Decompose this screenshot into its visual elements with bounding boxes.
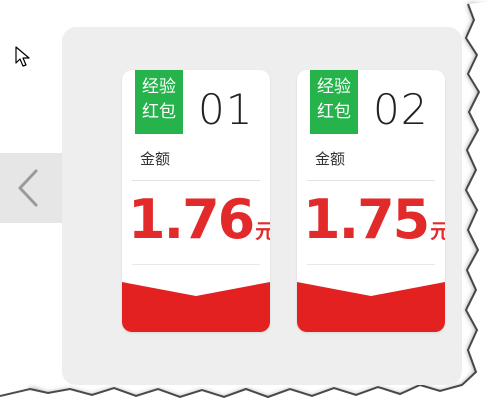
- amount-value: 1.75 元: [303, 188, 445, 252]
- divider: [307, 264, 435, 265]
- experience-redpacket-tag: 经验 红包: [310, 70, 358, 134]
- redpacket-card[interactable]: 经验 红包 01 金额 1.76 元: [122, 70, 270, 332]
- amount-label: 金额: [140, 150, 171, 168]
- experience-redpacket-tag: 经验 红包: [135, 70, 183, 134]
- red-envelope-band: [297, 282, 445, 332]
- card-number: 02: [373, 85, 429, 134]
- amount-unit: 元: [255, 219, 270, 243]
- divider: [307, 180, 435, 181]
- prev-button[interactable]: [0, 153, 62, 223]
- chevron-left-icon: [18, 169, 38, 207]
- divider: [132, 180, 260, 181]
- redpacket-card[interactable]: 经验 红包 02 金额 1.75 元: [297, 70, 445, 332]
- amount-unit: 元: [430, 219, 445, 243]
- amount-number: 1.76: [128, 188, 255, 251]
- mouse-pointer-icon: [15, 46, 30, 67]
- card-number: 01: [198, 85, 254, 134]
- amount-label: 金额: [315, 150, 346, 168]
- amount-value: 1.76 元: [128, 188, 270, 252]
- red-envelope-band: [122, 282, 270, 332]
- tag-line-2: 红包: [317, 102, 351, 122]
- tag-line-1: 经验: [142, 77, 176, 97]
- tag-line-1: 经验: [317, 77, 351, 97]
- amount-number: 1.75: [303, 188, 430, 251]
- tag-line-2: 红包: [142, 102, 176, 122]
- divider: [132, 264, 260, 265]
